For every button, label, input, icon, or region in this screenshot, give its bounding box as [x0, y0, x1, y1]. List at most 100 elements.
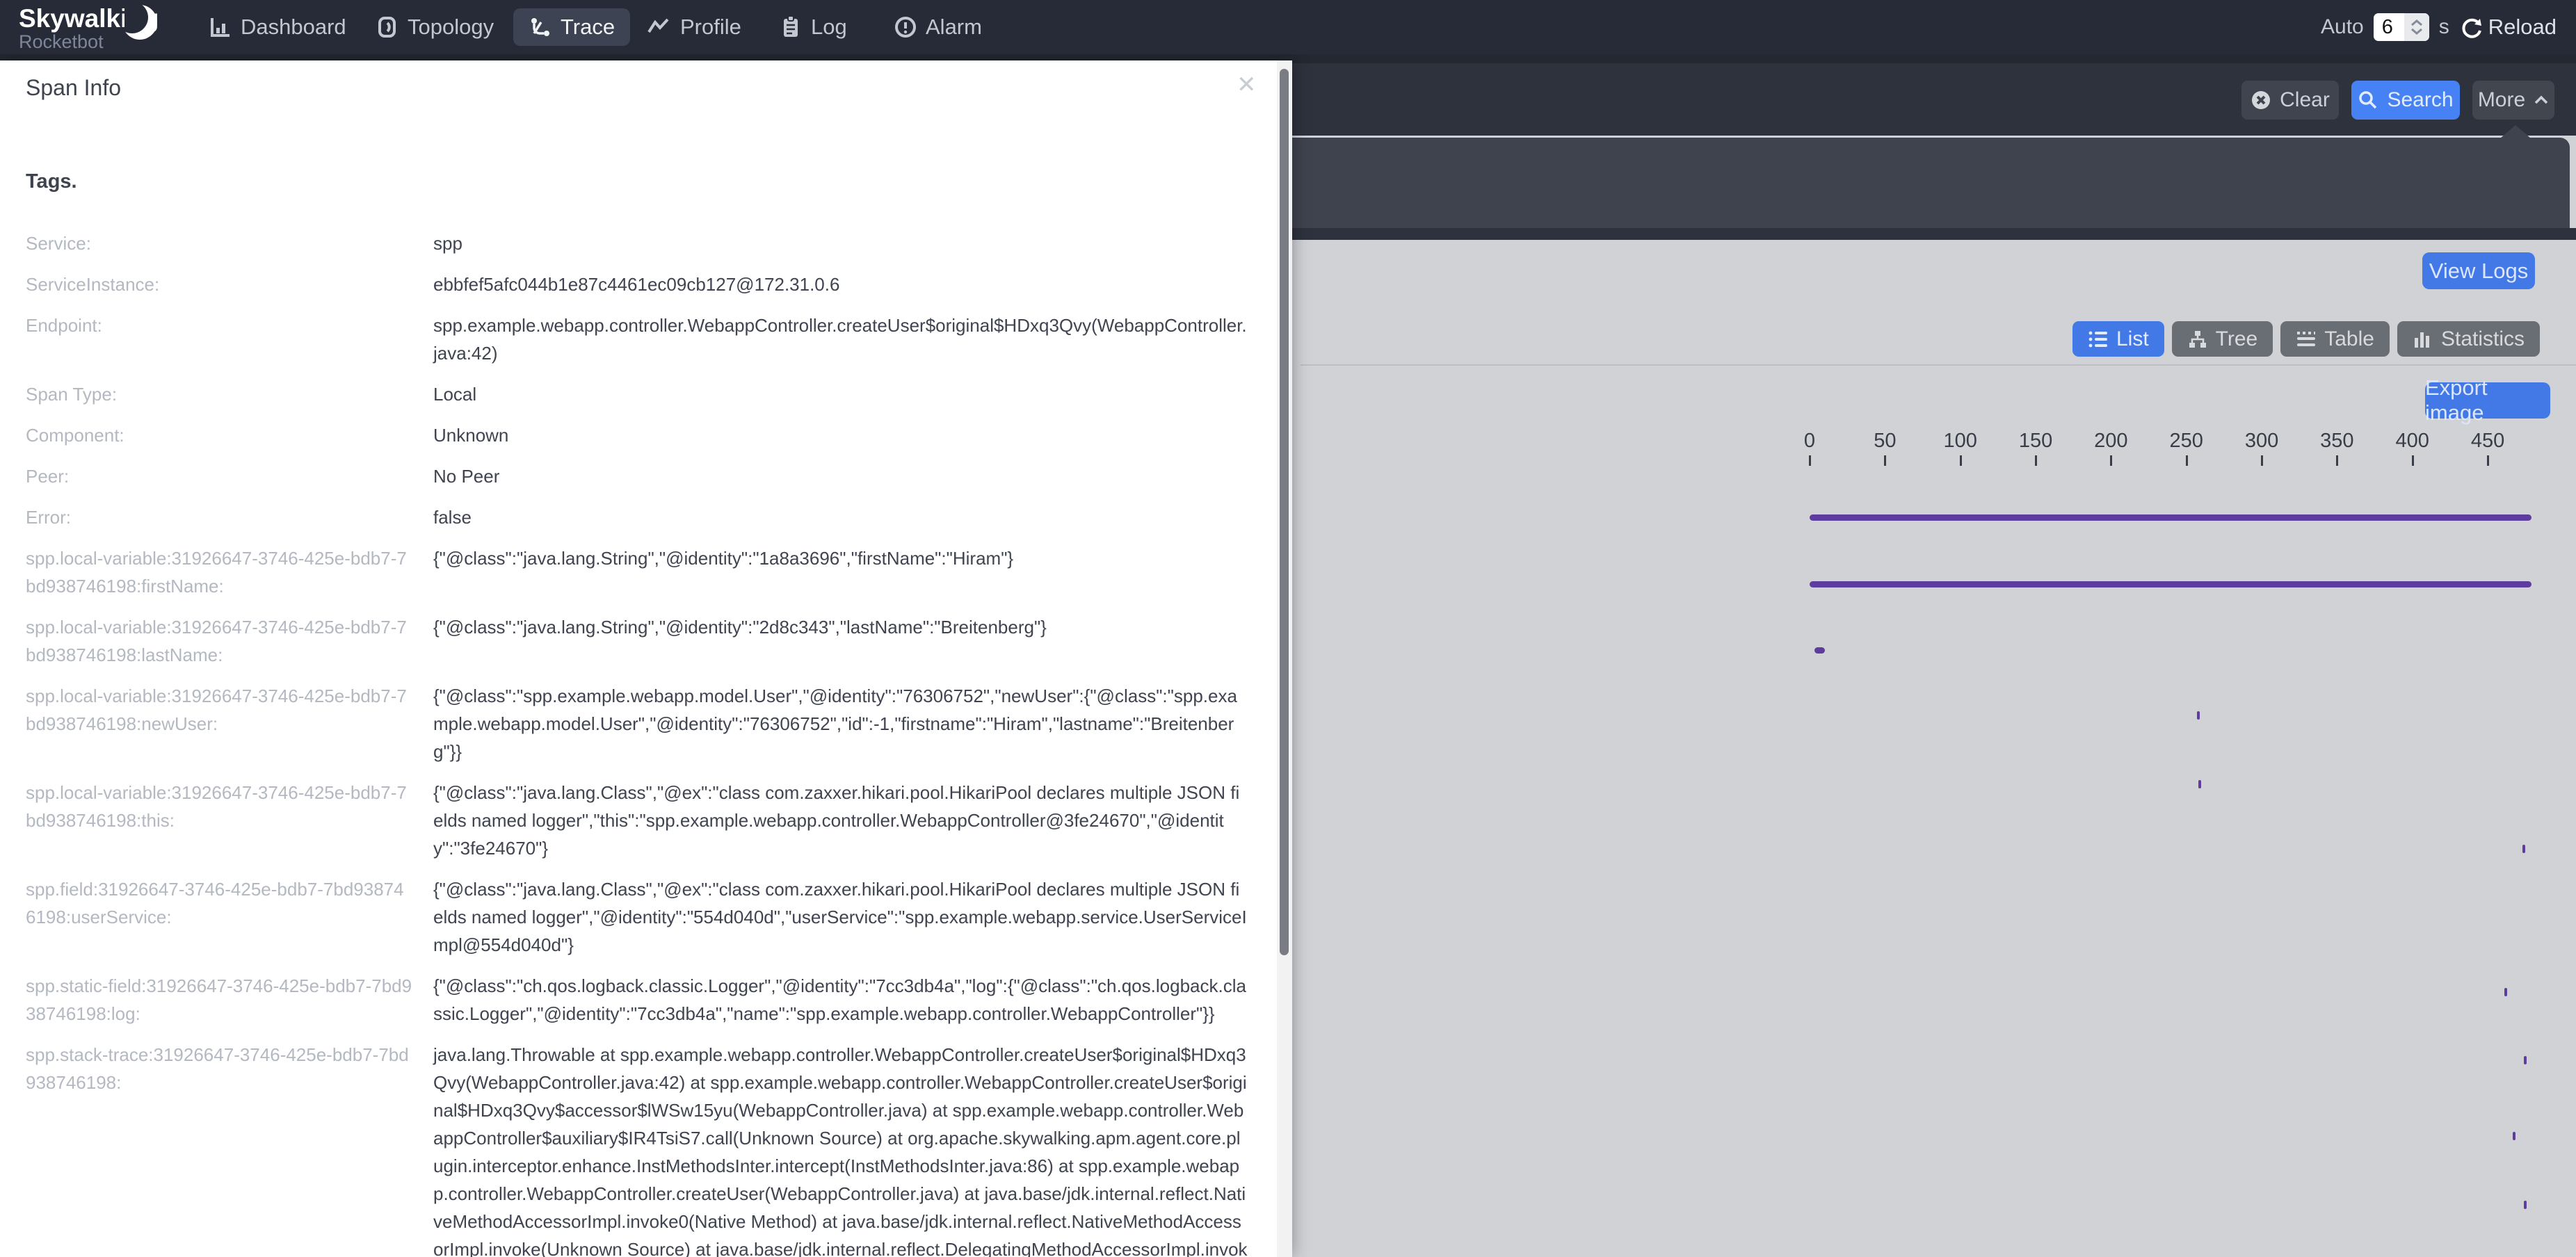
- modal-scrollbar-thumb[interactable]: [1280, 69, 1289, 955]
- more-button[interactable]: More: [2472, 81, 2554, 120]
- mode-table-label: Table: [2324, 327, 2374, 351]
- nav-item-alarm[interactable]: Alarm: [894, 0, 982, 54]
- clear-label: Clear: [2280, 88, 2330, 112]
- axis-tick-label: 400: [2396, 430, 2429, 453]
- profile-icon: [647, 15, 672, 39]
- mode-tree-button[interactable]: Tree: [2172, 321, 2273, 357]
- reload-button[interactable]: Reload: [2459, 15, 2557, 40]
- nav-item-label: Trace: [561, 15, 615, 40]
- tag-label: spp.local-variable:31926647-3746-425e-bd…: [26, 544, 433, 600]
- nav-item-log[interactable]: Log: [779, 0, 847, 54]
- trace-span-marker[interactable]: [2513, 1132, 2515, 1140]
- axis-tick-mark: [2261, 455, 2263, 466]
- list-icon: [2088, 330, 2109, 349]
- nav-item-label: Dashboard: [241, 15, 346, 40]
- tag-label: Component:: [26, 421, 433, 449]
- trace-span-marker[interactable]: [2524, 1201, 2527, 1209]
- close-icon[interactable]: ✕: [1237, 73, 1257, 97]
- tag-label: Service:: [26, 229, 433, 257]
- tag-value: spp: [433, 229, 1248, 257]
- clear-button[interactable]: Clear: [2241, 81, 2339, 120]
- tag-value: Unknown: [433, 421, 1248, 449]
- tag-label: spp.local-variable:31926647-3746-425e-bd…: [26, 613, 433, 669]
- nav-item-topology[interactable]: Topology: [376, 0, 494, 54]
- mode-table-button[interactable]: Table: [2280, 321, 2390, 357]
- trace-span-bar[interactable]: [1810, 514, 2531, 521]
- trace-span-bar[interactable]: [1810, 581, 2531, 587]
- logo[interactable]: Skywalking Rocketbot: [19, 6, 159, 51]
- auto-label: Auto: [2321, 15, 2364, 39]
- export-image-label: Export image: [2425, 375, 2550, 425]
- nav-item-trace[interactable]: Trace: [513, 8, 630, 46]
- span-tag-row: spp.local-variable:31926647-3746-425e-bd…: [26, 544, 1248, 600]
- more-label: More: [2478, 88, 2525, 112]
- auto-interval-stepper: [2374, 13, 2429, 41]
- view-logs-button[interactable]: View Logs: [2422, 252, 2535, 289]
- topology-icon: [376, 15, 399, 39]
- axis-tick-label: 0: [1804, 430, 1815, 453]
- view-logs-label: View Logs: [2429, 259, 2528, 284]
- tag-value: false: [433, 503, 1248, 531]
- axis-tick-mark: [2487, 455, 2489, 466]
- span-tag-row: spp.local-variable:31926647-3746-425e-bd…: [26, 613, 1248, 669]
- tag-label: Endpoint:: [26, 311, 433, 367]
- auto-unit-label: s: [2439, 15, 2449, 39]
- tree-icon: [2187, 330, 2208, 349]
- tag-value: No Peer: [433, 462, 1248, 490]
- axis-tick-mark: [2336, 455, 2338, 466]
- nav-item-dashboard[interactable]: Dashboard: [209, 0, 346, 54]
- mode-statistics-label: Statistics: [2441, 327, 2525, 351]
- trace-icon: [529, 15, 552, 39]
- crescent-icon: [124, 3, 161, 46]
- search-button[interactable]: Search: [2351, 81, 2460, 120]
- axis-tick-label: 350: [2320, 430, 2353, 453]
- log-icon: [779, 15, 803, 40]
- tag-value: {"@class":"java.lang.Class","@ex":"class…: [433, 875, 1248, 959]
- span-tag-row: spp.local-variable:31926647-3746-425e-bd…: [26, 779, 1248, 862]
- auto-interval-input[interactable]: [2374, 13, 2404, 41]
- span-tag-row: spp.static-field:31926647-3746-425e-bdb7…: [26, 972, 1248, 1028]
- mode-list-button[interactable]: List: [2072, 321, 2164, 357]
- axis-tick-mark: [1884, 455, 1886, 466]
- statistics-icon: [2413, 330, 2433, 349]
- tag-value: {"@class":"spp.example.webapp.model.User…: [433, 682, 1248, 765]
- mode-tree-label: Tree: [2216, 327, 2258, 351]
- tag-label: spp.static-field:31926647-3746-425e-bdb7…: [26, 972, 433, 1028]
- axis-tick-label: 150: [2019, 430, 2052, 453]
- modal-scrollbar[interactable]: [1277, 60, 1292, 1257]
- trace-span-marker[interactable]: [2522, 845, 2525, 853]
- table-icon: [2296, 330, 2317, 349]
- top-nav: Skywalking Rocketbot Dashboard Topology: [0, 0, 2576, 54]
- span-tag-row: Service:spp: [26, 229, 1248, 257]
- reload-label: Reload: [2488, 15, 2557, 40]
- span-tag-row: Error:false: [26, 503, 1248, 531]
- reload-icon: [2459, 15, 2484, 40]
- trace-display-mode-group: List Tree Table Stat: [2072, 321, 2540, 357]
- nav-item-profile[interactable]: Profile: [647, 0, 741, 54]
- tag-label: spp.field:31926647-3746-425e-bdb7-7bd938…: [26, 875, 433, 959]
- trace-span-bar[interactable]: [1814, 647, 1825, 654]
- span-tag-rows: Service:spp ServiceInstance:ebbfef5afc044…: [26, 229, 1248, 1257]
- span-info-modal: Span Info ✕ Tags. Service:sppServiceInst…: [0, 60, 1292, 1257]
- span-tag-row: spp.local-variable:31926647-3746-425e-bd…: [26, 682, 1248, 765]
- tag-value: spp.example.webapp.controller.WebappCont…: [433, 311, 1248, 367]
- axis-tick-mark: [1960, 455, 1962, 466]
- tag-value: {"@class":"java.lang.Class","@ex":"class…: [433, 779, 1248, 862]
- modal-title: Span Info: [26, 75, 121, 101]
- nav-item-label: Profile: [680, 15, 741, 40]
- axis-tick-label: 50: [1874, 430, 1896, 453]
- tag-value: java.lang.Throwable at spp.example.webap…: [433, 1041, 1248, 1257]
- stepper-arrows[interactable]: [2404, 13, 2429, 41]
- mode-statistics-button[interactable]: Statistics: [2397, 321, 2540, 357]
- dashboard-icon: [209, 15, 232, 39]
- trace-span-marker[interactable]: [2504, 988, 2507, 996]
- chevron-up-icon: [2534, 95, 2549, 105]
- trace-span-marker[interactable]: [2524, 1056, 2527, 1064]
- trace-span-marker[interactable]: [2197, 711, 2200, 720]
- trace-span-marker[interactable]: [2198, 780, 2201, 788]
- axis-tick-mark: [2412, 455, 2414, 466]
- span-tag-row: ServiceInstance:ebbfef5afc044b1e87c4461e…: [26, 270, 1248, 298]
- export-image-button[interactable]: Export image: [2425, 382, 2550, 419]
- nav-item-label: Alarm: [926, 15, 982, 40]
- axis-tick-mark: [1809, 455, 1811, 466]
